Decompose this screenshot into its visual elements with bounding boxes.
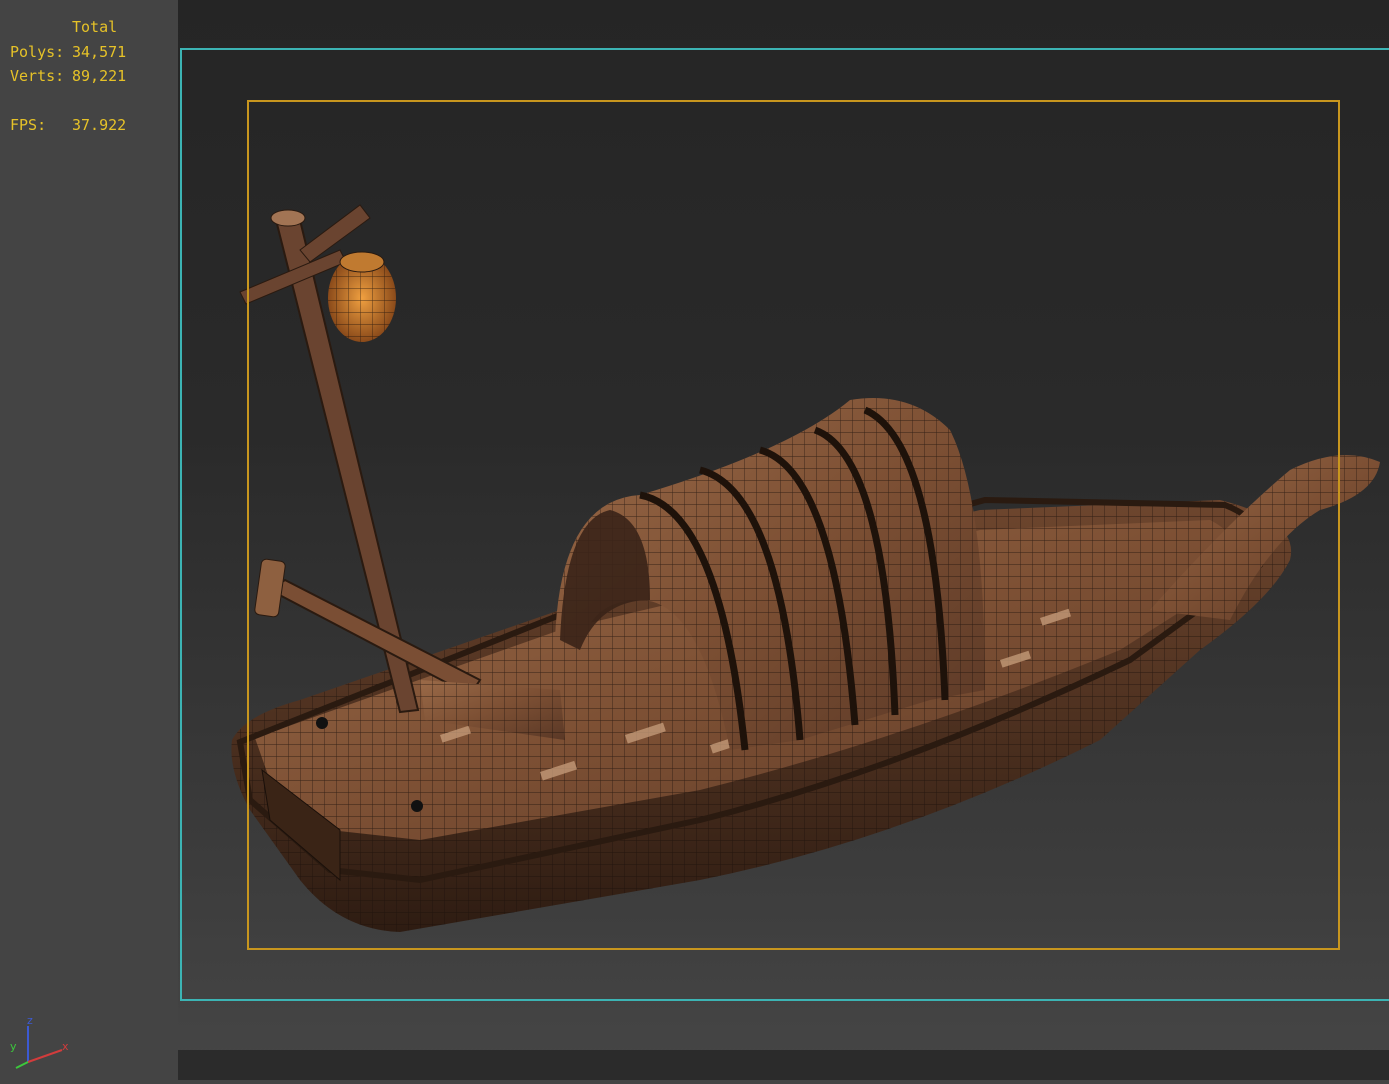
- verts-value: 89,221: [72, 67, 127, 85]
- stats-header: Total: [72, 18, 118, 36]
- polys-value: 34,571: [72, 42, 127, 61]
- axis-gizmo-icon: z y x: [6, 1012, 78, 1072]
- axis-z-label: z: [27, 1014, 33, 1027]
- left-panel: [0, 0, 178, 1080]
- axis-x-label: x: [62, 1040, 69, 1053]
- axis-y-label: y: [10, 1040, 17, 1053]
- render-frame: [247, 100, 1340, 950]
- verts-label: Verts:: [10, 67, 65, 85]
- fps-label: FPS:: [10, 116, 47, 134]
- fps-value: 37.922: [72, 116, 127, 134]
- viewport-bottom-bar: [178, 1050, 1389, 1080]
- viewport-statistics: Total Polys: 34,571 Verts: 89,221 FPS: 3…: [10, 18, 126, 141]
- polys-label: Polys:: [10, 42, 65, 61]
